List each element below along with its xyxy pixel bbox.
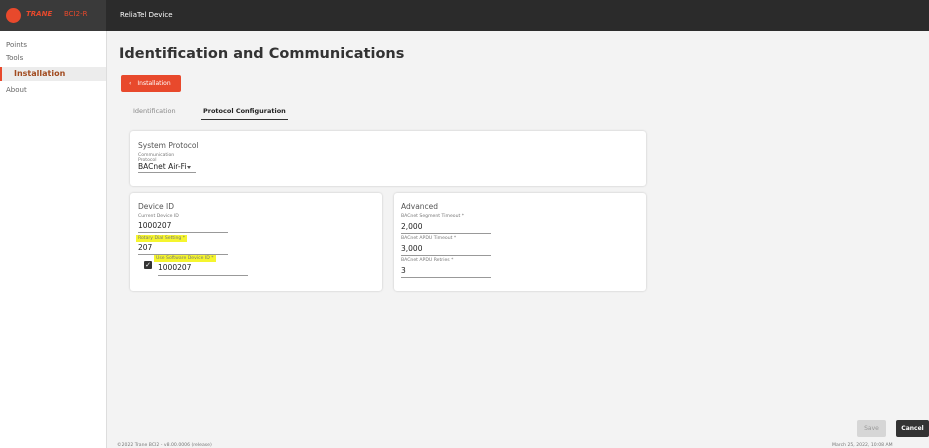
top-bar: TRANE BCI2-R ReliaTel Device <box>0 0 929 31</box>
rotary-dial-setting-value: 207 <box>138 243 153 252</box>
segment-timeout-input[interactable]: 2,000 <box>401 222 422 231</box>
sidebar-item-installation[interactable]: Installation <box>0 67 106 81</box>
back-to-installation-button[interactable]: ‹ Installation <box>121 75 181 92</box>
sidebar-item-tools[interactable]: Tools <box>0 51 106 65</box>
back-button-label: Installation <box>137 80 171 87</box>
current-device-id-label: Current Device ID <box>138 214 179 219</box>
save-button[interactable]: Save <box>857 420 886 437</box>
cancel-button[interactable]: Cancel <box>896 420 929 437</box>
communication-protocol-underline <box>138 172 196 173</box>
apdu-retries-input[interactable]: 3 <box>401 266 406 275</box>
advanced-card: Advanced BACnet Segment Timeout * 2,000 … <box>394 193 646 291</box>
software-device-id-underline <box>158 275 248 276</box>
chevron-left-icon: ‹ <box>129 80 132 87</box>
device-id-title: Device ID <box>138 202 175 211</box>
advanced-title: Advanced <box>401 202 439 211</box>
software-device-id-input[interactable]: 1000207 <box>158 263 191 272</box>
sidebar: Points Tools Installation About <box>0 31 107 448</box>
apdu-timeout-underline <box>401 255 491 256</box>
communication-protocol-select[interactable]: BACnet Air-Fi <box>138 162 186 171</box>
current-device-id-value: 1000207 <box>138 221 172 230</box>
page-title: Identification and Communications <box>119 46 405 62</box>
brand-model: BCI2-R <box>64 10 88 18</box>
main-content: Identification and Communications ‹ Insta… <box>107 31 929 448</box>
device-id-card: Device ID Current Device ID 1000207 Rota… <box>130 193 382 291</box>
tab-identification[interactable]: Identification <box>133 102 176 120</box>
dropdown-caret-icon <box>187 166 191 169</box>
footer-copyright: ©2022 Trane BCI2 - v8.00.0006 (release) <box>117 443 212 448</box>
device-title: ReliaTel Device <box>120 11 173 19</box>
rotary-dial-setting-label: Rotary Dial Setting * <box>136 235 188 242</box>
apdu-retries-label: BACnet APDU Retries * <box>401 258 454 263</box>
segment-timeout-underline <box>401 233 491 234</box>
apdu-timeout-label: BACnet APDU Timeout * <box>401 236 457 241</box>
trane-logo-icon <box>6 8 21 23</box>
apdu-timeout-input[interactable]: 3,000 <box>401 244 422 253</box>
segment-timeout-label: BACnet Segment Timeout * <box>401 214 465 219</box>
system-protocol-card: System Protocol Communication Protocol B… <box>130 131 646 186</box>
sidebar-item-points[interactable]: Points <box>0 38 106 52</box>
system-protocol-title: System Protocol <box>138 141 199 150</box>
brand-block: TRANE BCI2-R <box>0 0 106 31</box>
footer-timestamp: March 25, 2022, 10:08 AM <box>832 443 893 448</box>
apdu-retries-underline <box>401 277 491 278</box>
use-software-device-id-label: Use Software Device ID * <box>154 255 216 262</box>
sidebar-item-about[interactable]: About <box>0 83 106 97</box>
use-software-device-id-checkbox[interactable]: ✓ <box>144 261 152 269</box>
current-device-id-underline <box>138 232 228 233</box>
brand-name: TRANE <box>26 10 53 18</box>
tab-protocol-configuration[interactable]: Protocol Configuration <box>201 102 288 120</box>
